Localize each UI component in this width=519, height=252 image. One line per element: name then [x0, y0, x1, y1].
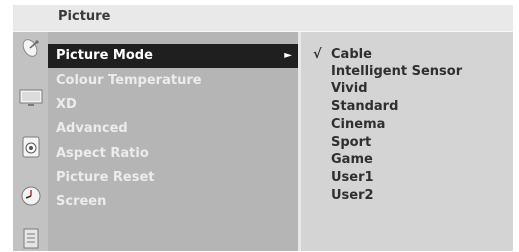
- menu-item-label: Aspect Ratio: [56, 146, 149, 161]
- menu-item-label: Picture Mode: [56, 48, 153, 63]
- option-user1[interactable]: User1: [331, 169, 374, 186]
- osd-menu: Picture Picture Mode ► Colour Temperatur…: [13, 5, 513, 251]
- option-user2[interactable]: User2: [331, 187, 374, 204]
- tv-icon[interactable]: [17, 84, 44, 111]
- menu-item-label: Picture Reset: [56, 170, 155, 185]
- menu-item-label: Colour Temperature: [56, 73, 202, 88]
- satellite-dish-icon[interactable]: [17, 34, 44, 61]
- category-sidebar: [13, 32, 48, 251]
- option-cable[interactable]: Cable: [331, 46, 372, 63]
- option-intelligent-sensor[interactable]: Intelligent Sensor: [331, 63, 462, 80]
- submenu-arrow-icon: ►: [284, 50, 292, 61]
- check-mark-icon: √: [313, 47, 322, 62]
- option-game[interactable]: Game: [331, 151, 373, 168]
- option-sport[interactable]: Sport: [331, 134, 371, 151]
- page-title: Picture: [58, 9, 111, 24]
- menu-item-colour-temperature[interactable]: Colour Temperature: [48, 69, 298, 93]
- menu-item-picture-reset[interactable]: Picture Reset: [48, 166, 298, 190]
- title-bar: Picture: [13, 5, 513, 32]
- speaker-icon[interactable]: [17, 133, 44, 160]
- menu-item-label: Screen: [56, 194, 107, 209]
- menu-item-label: XD: [56, 97, 77, 112]
- menu-item-aspect-ratio[interactable]: Aspect Ratio: [48, 142, 298, 166]
- menu-item-screen[interactable]: Screen: [48, 190, 298, 214]
- lock-icon[interactable]: [17, 224, 44, 251]
- menu-item-xd[interactable]: XD: [48, 93, 298, 117]
- menu-item-advanced[interactable]: Advanced: [48, 117, 298, 141]
- option-standard[interactable]: Standard: [331, 98, 398, 115]
- picture-mode-options: √ Cable Intelligent Sensor Vivid Standar…: [301, 32, 513, 251]
- clock-icon[interactable]: [17, 182, 44, 209]
- option-vivid[interactable]: Vivid: [331, 80, 368, 97]
- picture-menu: Picture Mode ► Colour Temperature XD Adv…: [48, 32, 298, 251]
- menu-item-picture-mode[interactable]: Picture Mode ►: [48, 44, 298, 68]
- menu-item-label: Advanced: [56, 121, 128, 136]
- option-cinema[interactable]: Cinema: [331, 116, 385, 133]
